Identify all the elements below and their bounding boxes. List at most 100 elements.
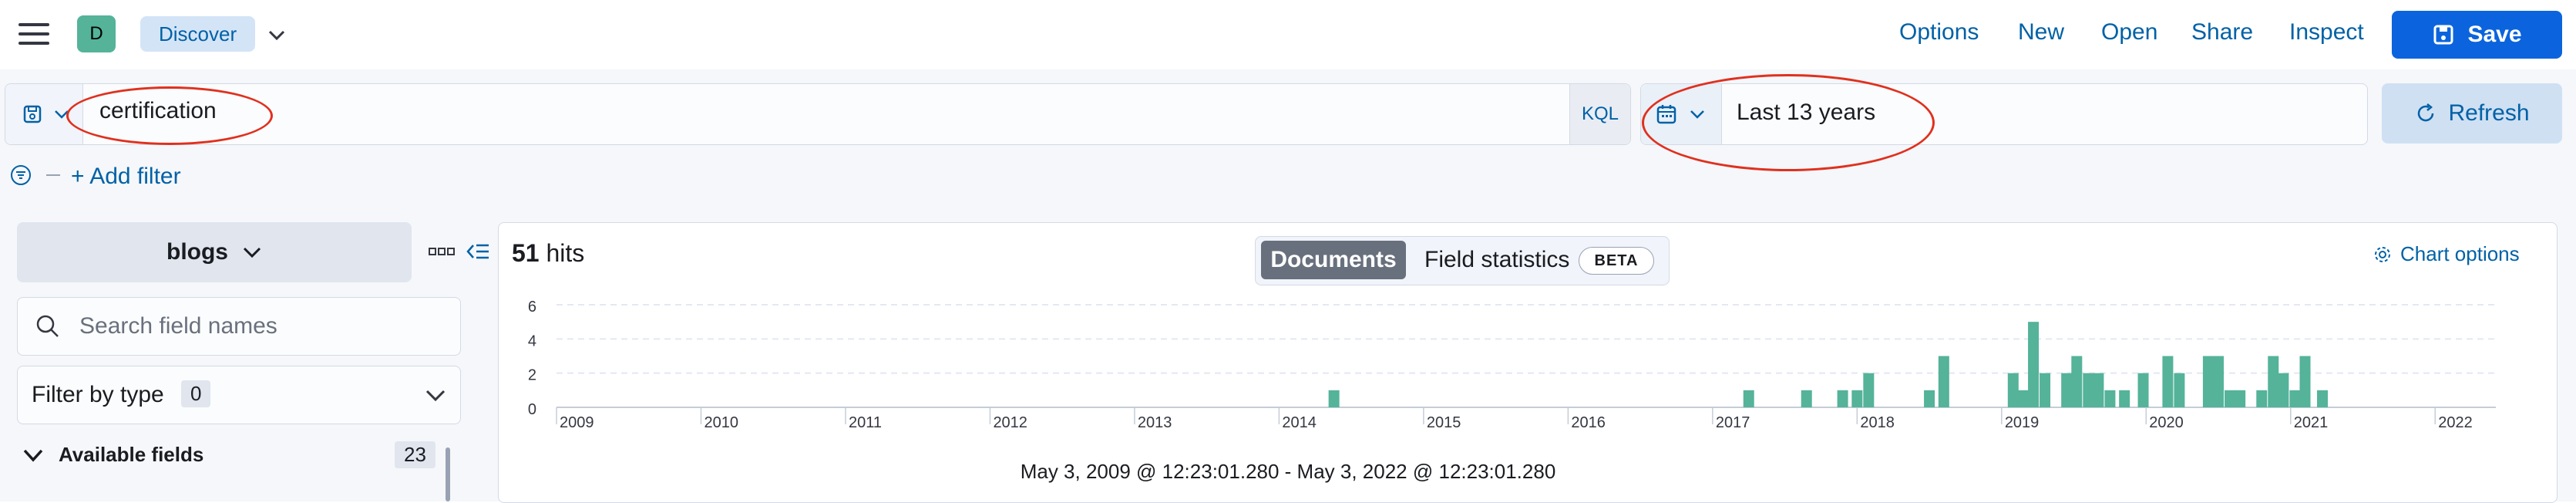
histogram-bar[interactable] [2317, 390, 2329, 407]
hits-label: hits [546, 239, 585, 267]
x-tick-label: 2009 [560, 414, 594, 431]
histogram-bar[interactable] [2268, 356, 2279, 408]
histogram-bar[interactable] [1863, 373, 1875, 407]
query-text: certification [99, 98, 217, 123]
hits-count: 51 [512, 239, 540, 267]
y-tick-label: 0 [528, 401, 536, 418]
histogram-bar[interactable] [1851, 390, 1863, 407]
saved-query-icon [23, 105, 42, 123]
histogram-bar[interactable] [2213, 356, 2225, 408]
tab-documents[interactable]: Documents [1261, 241, 1406, 279]
refresh-label: Refresh [2448, 100, 2530, 126]
save-icon [2433, 25, 2453, 45]
date-range-text: Last 13 years [1737, 100, 1876, 125]
refresh-icon [2418, 103, 2434, 122]
chevron-down-icon [1690, 110, 1704, 119]
histogram-bar[interactable] [2174, 373, 2185, 407]
histogram-bar[interactable] [1924, 390, 1935, 407]
save-label: Save [2467, 22, 2522, 47]
index-pattern-label: blogs [166, 239, 228, 265]
save-button[interactable]: Save [2392, 11, 2562, 59]
options-link[interactable]: Options [1899, 19, 1979, 46]
histogram-bar[interactable] [2235, 390, 2246, 407]
histogram-bar[interactable] [2104, 390, 2116, 407]
filter-count-badge: 0 [181, 380, 211, 407]
histogram-bar[interactable] [2007, 373, 2019, 407]
histogram-bar[interactable] [2061, 373, 2073, 407]
beta-badge: BETA [1579, 247, 1654, 275]
histogram-bar[interactable] [1938, 356, 1949, 408]
x-tick-label: 2022 [2438, 414, 2473, 431]
breadcrumb-discover[interactable]: Discover [140, 16, 256, 52]
histogram-bar[interactable] [2083, 373, 2094, 407]
chevron-down-icon [55, 110, 69, 119]
time-range-label: May 3, 2009 @ 12:23:01.280 - May 3, 2022… [1020, 460, 1556, 483]
x-tick-label: 2021 [2294, 414, 2329, 431]
histogram-bar[interactable] [1743, 390, 1754, 407]
histogram-bar[interactable] [2093, 373, 2104, 407]
calendar-icon [1656, 105, 1676, 124]
histogram-bar[interactable] [2040, 373, 2051, 407]
inspect-link[interactable]: Inspect [2289, 19, 2364, 46]
filter-by-type-label: Filter by type [32, 382, 164, 407]
chart-options-label: Chart options [2400, 242, 2520, 265]
histogram-bar[interactable] [2028, 322, 2040, 407]
date-picker[interactable]: Last 13 years [1640, 83, 2368, 145]
share-link[interactable]: Share [2191, 19, 2253, 46]
x-tick-label: 2015 [1427, 414, 1461, 431]
histogram-bar[interactable] [2278, 373, 2289, 407]
collapse-sidebar-icon[interactable] [466, 241, 490, 262]
x-tick-label: 2019 [2005, 414, 2040, 431]
menu-icon[interactable] [18, 23, 49, 45]
x-tick-label: 2016 [1571, 414, 1606, 431]
histogram-bar[interactable] [2299, 356, 2311, 408]
histogram-bar[interactable] [2256, 390, 2268, 407]
query-language-button[interactable]: KQL [1569, 84, 1630, 144]
filter-by-type-dropdown[interactable]: Filter by type 0 [17, 366, 461, 424]
histogram-bar[interactable] [2017, 390, 2029, 407]
histogram-bar[interactable] [1328, 390, 1340, 407]
chevron-down-icon [243, 247, 261, 258]
chart-options-button[interactable]: Chart options [2373, 242, 2520, 266]
refresh-button[interactable]: Refresh [2382, 83, 2562, 143]
chevron-down-icon [425, 390, 446, 402]
hits-counter: 51 hits [512, 239, 584, 268]
filter-menu-icon[interactable] [9, 164, 32, 187]
x-tick-label: 2017 [1716, 414, 1750, 431]
query-input[interactable]: certification KQL [5, 83, 1631, 145]
space-avatar[interactable]: D [77, 15, 116, 52]
x-tick-label: 2011 [849, 414, 882, 431]
index-pattern-selector[interactable]: blogs [17, 222, 412, 282]
histogram-bar[interactable] [2289, 390, 2301, 407]
open-link[interactable]: Open [2101, 19, 2157, 46]
x-tick-label: 2020 [2149, 414, 2184, 431]
histogram-bar[interactable] [2071, 356, 2083, 408]
quick-select-button[interactable] [1641, 84, 1722, 144]
chevron-down-icon[interactable] [265, 23, 288, 46]
new-link[interactable]: New [2018, 19, 2064, 46]
filter-divider [46, 174, 60, 176]
y-tick-label: 4 [528, 333, 536, 349]
histogram-bar[interactable] [2119, 390, 2130, 407]
gear-icon [2375, 246, 2390, 262]
saved-query-button[interactable] [5, 84, 83, 144]
histogram-bar[interactable] [2202, 356, 2214, 408]
tab-field-statistics[interactable]: Field statistics [1424, 247, 1569, 273]
x-tick-label: 2018 [1860, 414, 1895, 431]
histogram-chart[interactable]: 0 2 4 6 2009 2010 2011 2012 2013 2014 2015 2016 2017… [498, 285, 2556, 447]
histogram-bar[interactable] [2225, 390, 2236, 407]
x-tick-label: 2013 [1138, 414, 1172, 431]
x-tick-label: 2014 [1282, 414, 1317, 431]
histogram-bar[interactable] [2137, 373, 2149, 407]
x-tick-label: 2012 [993, 414, 1027, 431]
search-icon [36, 315, 59, 337]
x-tick-label: 2010 [704, 414, 738, 431]
histogram-bar[interactable] [1837, 390, 1848, 407]
histogram-bar[interactable] [1801, 390, 1812, 407]
search-placeholder: Search field names [79, 313, 277, 339]
add-filter-button[interactable]: + Add filter [71, 164, 181, 190]
search-field-names-input[interactable]: Search field names [17, 297, 461, 356]
y-tick-label: 2 [528, 367, 536, 384]
more-options-icon[interactable] [429, 245, 455, 258]
histogram-bar[interactable] [2162, 356, 2174, 408]
